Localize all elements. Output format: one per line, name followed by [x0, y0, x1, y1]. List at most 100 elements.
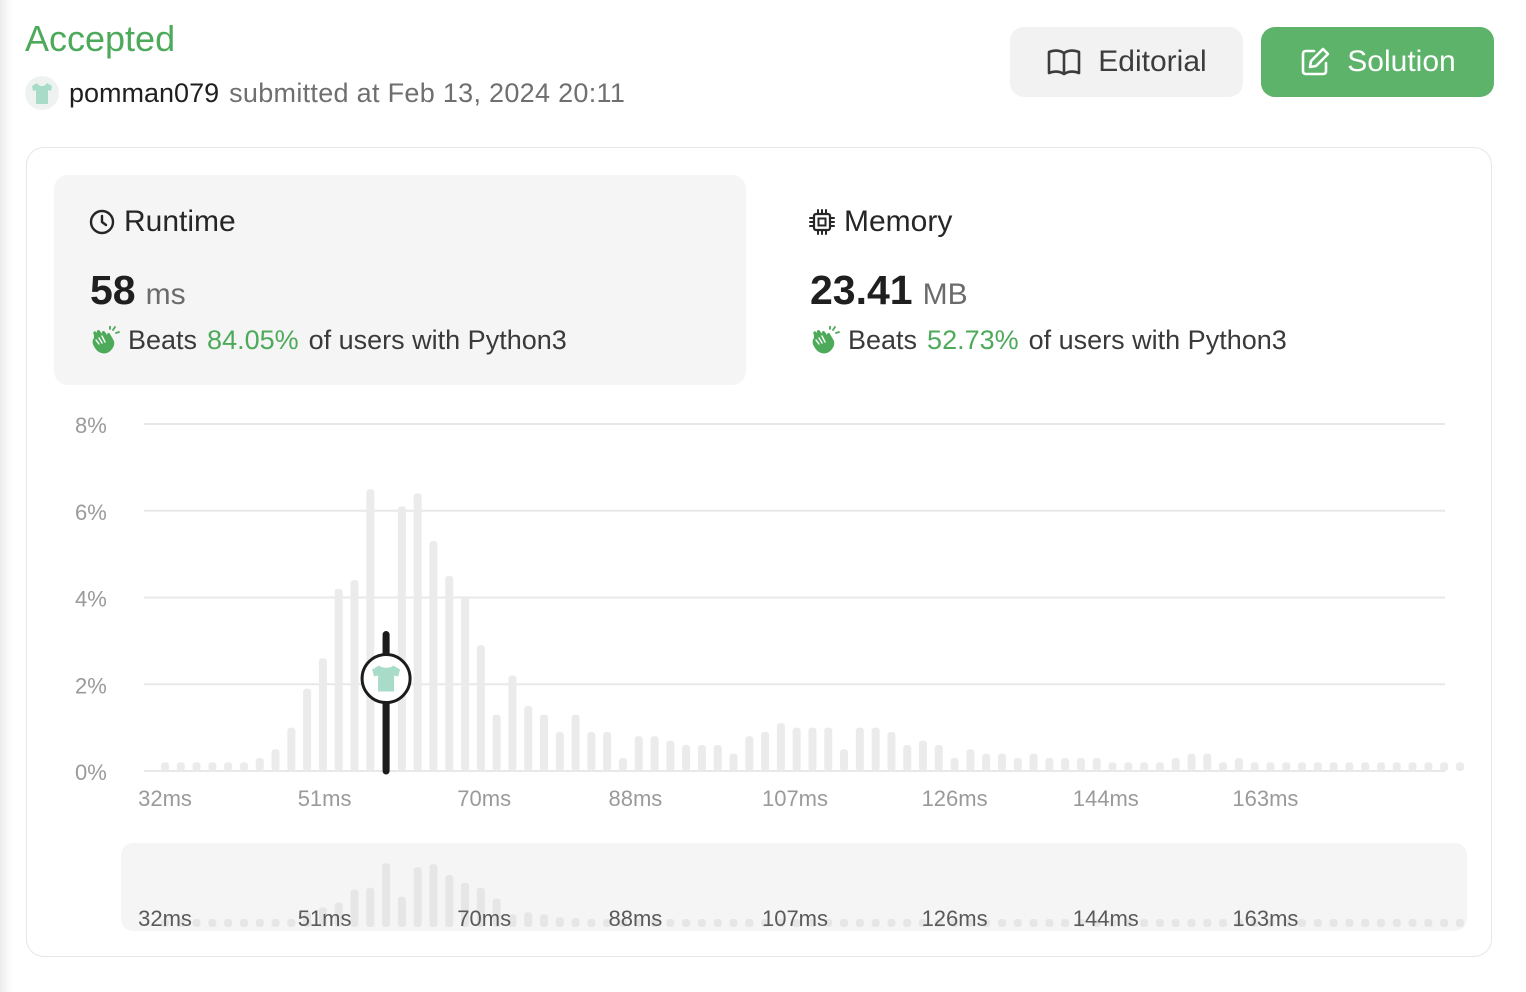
histogram-bar[interactable]: [271, 749, 280, 771]
overview-bar: [1045, 919, 1054, 927]
histogram-bar[interactable]: [1013, 757, 1022, 771]
histogram-bar[interactable]: [634, 736, 643, 771]
histogram-bar[interactable]: [239, 762, 248, 771]
histogram-bar[interactable]: [1140, 762, 1149, 771]
histogram-bar[interactable]: [1345, 762, 1354, 771]
histogram-bar[interactable]: [1282, 762, 1291, 771]
histogram-bar[interactable]: [903, 744, 912, 771]
histogram-bar[interactable]: [540, 714, 549, 771]
histogram-bar[interactable]: [287, 727, 296, 771]
histogram-bar[interactable]: [571, 714, 580, 771]
histogram-bar[interactable]: [1171, 757, 1180, 771]
histogram-bar[interactable]: [966, 749, 975, 771]
histogram-bar[interactable]: [350, 580, 359, 771]
histogram-bar[interactable]: [492, 714, 501, 771]
histogram-bar[interactable]: [997, 753, 1006, 771]
overview-x-tick-label: 88ms: [609, 906, 663, 931]
overview-bar: [840, 919, 849, 927]
overview-bar: [239, 919, 248, 927]
histogram-bar[interactable]: [1029, 753, 1038, 771]
histogram-bar[interactable]: [1376, 762, 1385, 771]
histogram-bar[interactable]: [161, 762, 169, 771]
histogram-bar[interactable]: [318, 658, 327, 771]
histogram-bar[interactable]: [476, 645, 485, 771]
histogram-bar[interactable]: [871, 727, 880, 771]
histogram-bar[interactable]: [776, 723, 785, 771]
histogram-bar[interactable]: [429, 541, 438, 771]
histogram-bar[interactable]: [366, 489, 375, 771]
histogram-bar[interactable]: [950, 757, 959, 771]
histogram-bar[interactable]: [524, 705, 533, 771]
histogram-bar[interactable]: [445, 575, 454, 771]
histogram-bar[interactable]: [1124, 762, 1133, 771]
histogram-bar[interactable]: [1313, 762, 1322, 771]
histogram-bar[interactable]: [1108, 762, 1117, 771]
histogram-bar[interactable]: [729, 753, 738, 771]
histogram-bar[interactable]: [508, 675, 517, 771]
histogram-bar[interactable]: [555, 731, 564, 771]
histogram-bar[interactable]: [697, 744, 706, 771]
histogram-bar[interactable]: [982, 753, 991, 771]
histogram-bar[interactable]: [255, 757, 264, 771]
histogram-bar[interactable]: [650, 736, 659, 771]
histogram-bar[interactable]: [1266, 762, 1275, 771]
histogram-bar[interactable]: [1187, 753, 1196, 771]
histogram-bar[interactable]: [1455, 762, 1464, 771]
histogram-bar[interactable]: [603, 731, 612, 771]
histogram-bar[interactable]: [887, 731, 896, 771]
histogram-bar[interactable]: [682, 744, 691, 771]
x-tick-label: 32ms: [138, 786, 192, 811]
histogram-bar[interactable]: [1329, 762, 1338, 771]
avatar[interactable]: [25, 76, 59, 110]
runtime-distribution-chart[interactable]: 0% 2% 4% 6% 8% 32ms 51ms 70ms 88ms 107ms 126ms 144m…: [27, 148, 1491, 956]
overview-bar: [1392, 919, 1401, 927]
histogram-bar[interactable]: [1298, 762, 1307, 771]
histogram-bar[interactable]: [808, 727, 817, 771]
histogram-bar[interactable]: [1361, 762, 1370, 771]
username-link[interactable]: pomman079: [69, 78, 219, 109]
histogram-bar[interactable]: [1203, 753, 1212, 771]
histogram-bar[interactable]: [919, 740, 928, 771]
histogram-bar[interactable]: [587, 731, 596, 771]
histogram-bar[interactable]: [224, 762, 233, 771]
histogram-bar[interactable]: [334, 588, 343, 771]
histogram-bar[interactable]: [1424, 762, 1433, 771]
histogram-bar[interactable]: [1061, 757, 1070, 771]
histogram-bar[interactable]: [397, 506, 406, 771]
solution-button[interactable]: Solution: [1261, 27, 1494, 97]
histogram-bar[interactable]: [1155, 762, 1164, 771]
overview-bar: [571, 918, 580, 927]
histogram-bar[interactable]: [192, 762, 201, 771]
histogram-bar[interactable]: [666, 740, 675, 771]
histogram-bar[interactable]: [745, 736, 754, 771]
histogram-bar[interactable]: [1076, 757, 1085, 771]
histogram-bar[interactable]: [824, 727, 833, 771]
histogram-bar[interactable]: [1045, 757, 1054, 771]
histogram-bar[interactable]: [792, 727, 801, 771]
histogram-bar[interactable]: [303, 688, 312, 771]
histogram-bar[interactable]: [1408, 762, 1417, 771]
histogram-bar[interactable]: [1234, 757, 1243, 771]
overview-x-tick-label: 70ms: [457, 906, 511, 931]
histogram-bar[interactable]: [1092, 757, 1101, 771]
histogram-bar[interactable]: [761, 731, 770, 771]
histogram-bar[interactable]: [713, 744, 722, 771]
histogram-bar[interactable]: [208, 762, 217, 771]
overview-x-tick-label: 107ms: [762, 906, 828, 931]
x-tick-label: 51ms: [298, 786, 352, 811]
y-tick-label: 6%: [75, 500, 107, 525]
overview-bar: [1440, 919, 1449, 927]
histogram-bar[interactable]: [176, 762, 185, 771]
histogram-bar[interactable]: [461, 597, 470, 772]
histogram-bar[interactable]: [413, 493, 422, 771]
histogram-bar[interactable]: [1440, 762, 1449, 771]
histogram-bar[interactable]: [855, 727, 864, 771]
histogram-bar[interactable]: [1392, 762, 1401, 771]
histogram-bar[interactable]: [934, 744, 943, 771]
histogram-bar[interactable]: [618, 757, 627, 771]
editorial-button[interactable]: Editorial: [1010, 27, 1243, 97]
histogram-bar[interactable]: [1219, 762, 1228, 771]
histogram-bar[interactable]: [840, 749, 849, 771]
overview-bar: [666, 919, 675, 927]
histogram-bar[interactable]: [1250, 762, 1259, 771]
